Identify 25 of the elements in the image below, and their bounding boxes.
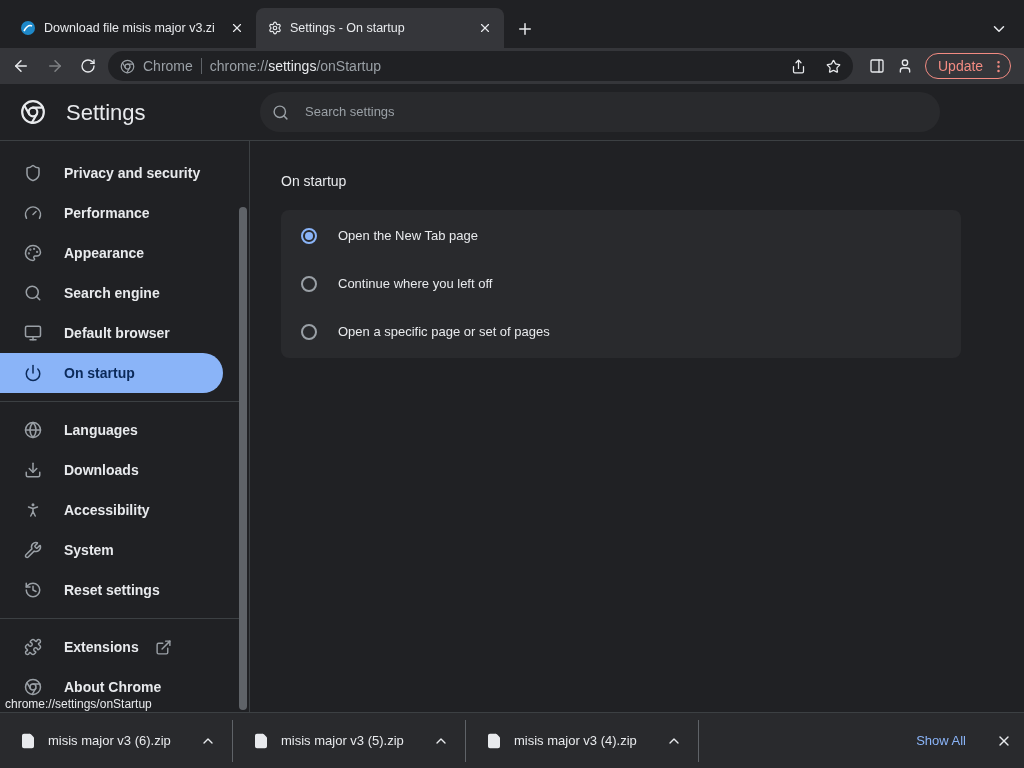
option-label: Open a specific page or set of pages [338, 323, 550, 342]
url-text: chrome://settings/onStartup [209, 56, 381, 76]
sidebar-label: On startup [64, 363, 135, 383]
page-title: Settings [66, 98, 147, 127]
sidebar-label: Default browser [64, 323, 170, 343]
file-name: misis major v3 (4).zip [514, 731, 638, 750]
file-name: misis major v3 (5).zip [281, 731, 405, 750]
sidebar-label: Accessibility [64, 500, 150, 520]
sidebar-label: Languages [64, 420, 138, 440]
sidebar-label: Reset settings [64, 580, 160, 600]
tab-title: Settings - On startup [290, 19, 406, 37]
site-label: Chrome [143, 56, 193, 76]
sidebar-label: Extensions [64, 637, 139, 657]
option-label: Open the New Tab page [338, 227, 478, 246]
sidebar-label: Privacy and security [64, 163, 201, 183]
sidebar-label: Performance [64, 203, 150, 223]
section-title: On startup [281, 172, 348, 191]
tab-title: Download file misis major v3.zi [44, 19, 216, 37]
sidebar-label: Search engine [64, 283, 160, 303]
sidebar-label: About Chrome [64, 677, 162, 697]
sidebar-label: Downloads [64, 460, 139, 480]
sidebar-label: System [64, 540, 114, 560]
sidebar-label: Appearance [64, 243, 145, 263]
option-label: Continue where you left off [338, 275, 493, 294]
file-name: misis major v3 (6).zip [48, 731, 172, 750]
